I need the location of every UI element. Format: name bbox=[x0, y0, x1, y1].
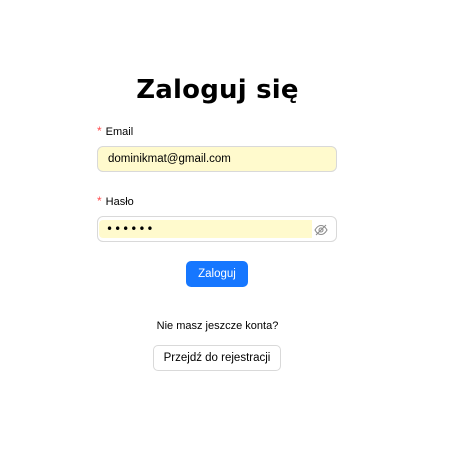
email-field[interactable] bbox=[108, 147, 328, 171]
page-title: Zaloguj się bbox=[136, 75, 299, 105]
password-label: * Hasło bbox=[97, 194, 134, 209]
email-label-text: Email bbox=[105, 126, 134, 138]
go-to-register-button[interactable]: Przejdź do rejestracji bbox=[153, 345, 281, 371]
password-label-text: Hasło bbox=[105, 196, 134, 208]
login-button[interactable]: Zaloguj bbox=[186, 261, 248, 287]
required-mark: * bbox=[97, 124, 102, 138]
eye-invisible-icon[interactable] bbox=[314, 223, 328, 236]
password-field[interactable] bbox=[106, 217, 306, 241]
eye-invisible-icon-graphic bbox=[314, 224, 328, 236]
required-mark: * bbox=[97, 194, 102, 208]
password-field-wrapper bbox=[97, 216, 337, 242]
email-field-wrapper bbox=[97, 146, 337, 172]
register-prompt: Nie masz jeszcze konta? bbox=[156, 320, 279, 332]
email-label: * Email bbox=[97, 124, 133, 139]
